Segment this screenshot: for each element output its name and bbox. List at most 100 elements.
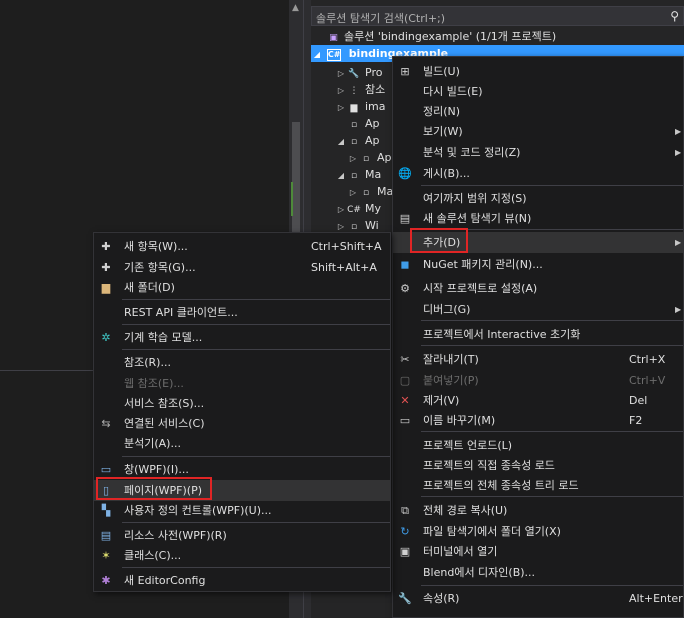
- class-icon: ✶: [101, 549, 111, 562]
- tree-node-label: My: [365, 202, 382, 215]
- solution-explorer-search-input[interactable]: 솔루션 탐색기 검색(Ctrl+;) ⚲: [311, 6, 684, 26]
- menu-item-label: REST API 클라이언트...: [124, 306, 238, 319]
- menu-item-blend[interactable]: Blend에서 디자인(B)...: [393, 562, 683, 583]
- search-icon[interactable]: ⚲: [670, 9, 679, 23]
- tree-node-label: Ap: [365, 134, 380, 147]
- menu-item-label: 리소스 사전(WPF)(R): [124, 529, 227, 542]
- add-submenu: ✚ 새 항목(W)... Ctrl+Shift+A ✚ 기존 항목(G)... Shift…: [93, 232, 391, 592]
- menu-item-new-view[interactable]: ▤ 새 솔루션 탐색기 뷰(N): [393, 208, 683, 229]
- remove-icon: ✕: [400, 394, 410, 407]
- submenu-item-user-control-wpf[interactable]: ▚ 사용자 정의 컨트롤(WPF)(U)...: [94, 500, 390, 521]
- solution-node-label: 솔루션 'bindingexample' (1/1개 프로젝트): [344, 30, 557, 43]
- expand-arrow-icon[interactable]: ▷: [335, 65, 347, 82]
- expand-arrow-icon[interactable]: ◢: [335, 133, 347, 150]
- menu-item-paste[interactable]: ▢ 붙여넣기(P) Ctrl+V: [393, 370, 683, 391]
- submenu-item-analyzer[interactable]: 분석기(A)...: [94, 433, 390, 454]
- tree-node-label: Ma: [377, 185, 394, 198]
- open-folder-icon: ↻: [400, 525, 410, 538]
- menu-item-scope[interactable]: 여기까지 범위 지정(S): [393, 188, 683, 209]
- menu-item-debug[interactable]: 디버그(G) ▶: [393, 299, 683, 320]
- new-item-icon: ✚: [101, 240, 111, 253]
- menu-item-label: 빌드(U): [423, 65, 460, 78]
- menu-item-label: 분석기(A)...: [124, 437, 181, 450]
- menu-item-open-folder[interactable]: ↻ 파일 탐색기에서 폴더 열기(X): [393, 521, 683, 542]
- tree-node-label: Pro: [365, 66, 383, 79]
- scroll-up-arrow-icon[interactable]: ▲: [292, 3, 299, 13]
- menu-item-label: 시작 프로젝트로 설정(A): [423, 282, 538, 295]
- menu-item-label: 분석 및 코드 정리(Z): [423, 146, 521, 159]
- menu-item-load-tree[interactable]: 프로젝트의 전체 종속성 트리 로드: [393, 475, 683, 496]
- menu-item-copy-path[interactable]: ⧉ 전체 경로 복사(U): [393, 500, 683, 521]
- submenu-item-ml-model[interactable]: ✲ 기계 학습 모델...: [94, 327, 390, 348]
- scroll-change-marker: [291, 182, 293, 216]
- menu-item-cut[interactable]: ✂ 잘라내기(T) Ctrl+X: [393, 349, 683, 370]
- user-control-icon: ▚: [101, 504, 111, 517]
- menu-item-rebuild[interactable]: 다시 빌드(E): [393, 81, 683, 102]
- menu-item-label: 기계 학습 모델...: [124, 331, 203, 344]
- menu-item-shortcut: Ctrl+X: [629, 353, 666, 366]
- tree-node-label: Ap: [365, 117, 380, 130]
- menu-item-remove[interactable]: ✕ 제거(V) Del: [393, 390, 683, 411]
- menu-item-interactive[interactable]: 프로젝트에서 Interactive 초기화: [393, 324, 683, 345]
- menu-item-view[interactable]: 보기(W) ▶: [393, 121, 683, 142]
- submenu-item-connected-service[interactable]: ⇆ 연결된 서비스(C): [94, 413, 390, 434]
- tree-node-label: Ma: [365, 168, 382, 181]
- expand-arrow-icon[interactable]: ▷: [347, 150, 359, 167]
- new-folder-icon: ▆: [101, 281, 111, 294]
- menu-item-label: 제거(V): [423, 394, 460, 407]
- menu-item-label: 사용자 정의 컨트롤(WPF)(U)...: [124, 504, 272, 517]
- submenu-item-new-folder[interactable]: ▆ 새 폴더(D): [94, 277, 390, 298]
- menu-item-shortcut: Del: [629, 394, 648, 407]
- submenu-item-existing-item[interactable]: ✚ 기존 항목(G)... Shift+Alt+A: [94, 257, 390, 278]
- submenu-item-class[interactable]: ✶ 클래스(C)...: [94, 545, 390, 566]
- menu-item-rename[interactable]: ▭ 이름 바꾸기(M) F2: [393, 410, 683, 431]
- menu-item-shortcut: F2: [629, 414, 643, 427]
- expand-arrow-icon[interactable]: ◢: [335, 167, 347, 184]
- submenu-arrow-icon: ▶: [675, 148, 682, 157]
- expand-arrow-icon[interactable]: ▷: [347, 184, 359, 201]
- expand-arrow-icon[interactable]: ▷: [335, 82, 347, 99]
- menu-item-build[interactable]: ⊞ 빌드(U): [393, 61, 683, 82]
- expand-arrow-icon[interactable]: ▷: [335, 99, 347, 116]
- menu-item-properties[interactable]: 🔧 속성(R) Alt+Enter: [393, 588, 683, 609]
- menu-item-shortcut: Alt+Enter: [629, 592, 683, 605]
- submenu-item-editorconfig[interactable]: ✱ 새 EditorConfig: [94, 570, 390, 591]
- menu-item-clean[interactable]: 정리(N): [393, 101, 683, 122]
- menu-item-label: 게시(B)...: [423, 167, 470, 180]
- menu-item-terminal[interactable]: ▣ 터미널에서 열기: [393, 541, 683, 562]
- menu-item-label: 다시 빌드(E): [423, 85, 483, 98]
- menu-item-startup[interactable]: ⚙ 시작 프로젝트로 설정(A): [393, 278, 683, 299]
- menu-separator: [122, 299, 390, 300]
- menu-item-label: 서비스 참조(S)...: [124, 397, 205, 410]
- submenu-item-reference[interactable]: 참조(R)...: [94, 352, 390, 373]
- paste-icon: ▢: [399, 374, 411, 387]
- submenu-item-new-item[interactable]: ✚ 새 항목(W)... Ctrl+Shift+A: [94, 236, 390, 257]
- submenu-item-resource-dictionary[interactable]: ▤ 리소스 사전(WPF)(R): [94, 525, 390, 546]
- expand-arrow-icon[interactable]: ▷: [335, 201, 347, 218]
- globe-icon: 🌐: [398, 167, 412, 180]
- menu-item-shortcut: Ctrl+V: [629, 374, 666, 387]
- existing-item-icon: ✚: [101, 261, 111, 274]
- menu-item-label: 새 폴더(D): [124, 281, 175, 294]
- submenu-item-rest-api[interactable]: REST API 클라이언트...: [94, 302, 390, 323]
- menu-item-shortcut: Ctrl+Shift+A: [311, 240, 382, 253]
- highlight-box-add: [410, 228, 468, 253]
- menu-item-analyze[interactable]: 분석 및 코드 정리(Z) ▶: [393, 142, 683, 163]
- menu-item-label: 붙여넣기(P): [423, 374, 479, 387]
- menu-item-label: 연결된 서비스(C): [124, 417, 205, 430]
- editorconfig-icon: ✱: [101, 574, 111, 587]
- menu-item-label: 참조(R)...: [124, 356, 171, 369]
- menu-item-publish[interactable]: 🌐 게시(B)...: [393, 163, 683, 184]
- menu-item-unload[interactable]: 프로젝트 언로드(L): [393, 435, 683, 456]
- resource-dictionary-icon: ▤: [100, 529, 112, 542]
- wrench-icon: 🔧: [398, 592, 412, 605]
- submenu-item-web-reference[interactable]: 웹 참조(E)...: [94, 373, 390, 394]
- menu-item-nuget[interactable]: ◼ NuGet 패키지 관리(N)...: [393, 254, 683, 275]
- menu-item-label: 파일 탐색기에서 폴더 열기(X): [423, 525, 561, 538]
- menu-item-label: 프로젝트에서 Interactive 초기화: [423, 328, 581, 341]
- menu-item-load-direct[interactable]: 프로젝트의 직접 종속성 로드: [393, 455, 683, 476]
- solution-node[interactable]: ▣ 솔루션 'bindingexample' (1/1개 프로젝트): [311, 28, 684, 45]
- collapse-arrow-icon[interactable]: ◢: [311, 46, 323, 63]
- submenu-item-service-reference[interactable]: 서비스 참조(S)...: [94, 393, 390, 414]
- menu-item-label: 프로젝트의 전체 종속성 트리 로드: [423, 479, 579, 492]
